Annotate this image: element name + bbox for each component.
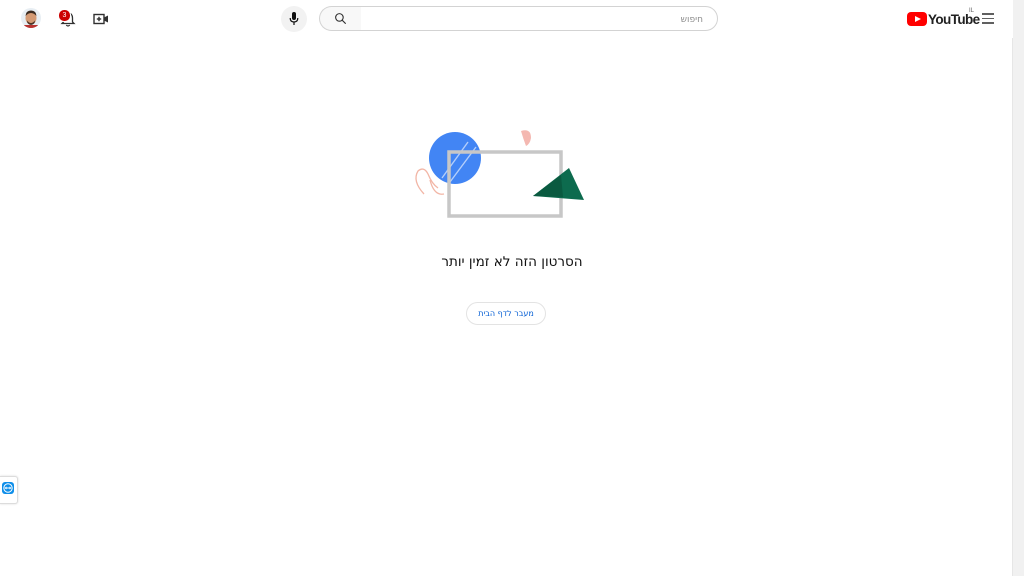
create-video-icon (93, 13, 108, 25)
user-avatar[interactable] (21, 8, 41, 28)
microphone-icon (289, 12, 299, 25)
youtube-play-icon (907, 12, 927, 26)
video-unavailable-illustration (415, 130, 584, 218)
search-icon (335, 13, 346, 24)
go-to-home-button[interactable]: מעבר לדף הבית (466, 302, 546, 325)
voice-search-button[interactable] (281, 6, 307, 32)
page-scrollbar[interactable] (1012, 0, 1024, 576)
logo-region-code: IL (969, 8, 975, 14)
top-header: YouTube IL 3 (0, 0, 1013, 38)
hamburger-menu-icon[interactable] (980, 9, 998, 27)
search-box (360, 6, 718, 33)
create-video-button[interactable] (93, 11, 109, 25)
search-input[interactable] (371, 7, 705, 33)
unavailable-message: הסרטון הזה לא זמין יותר (441, 254, 583, 270)
teamviewer-icon (2, 482, 14, 494)
search-button[interactable] (319, 6, 361, 31)
youtube-logo[interactable]: YouTube IL (907, 8, 980, 28)
pink-leaf-shape (521, 130, 531, 146)
notification-count-badge: 3 (58, 9, 71, 22)
teamviewer-widget[interactable] (0, 476, 18, 504)
avatar-image (21, 8, 41, 28)
